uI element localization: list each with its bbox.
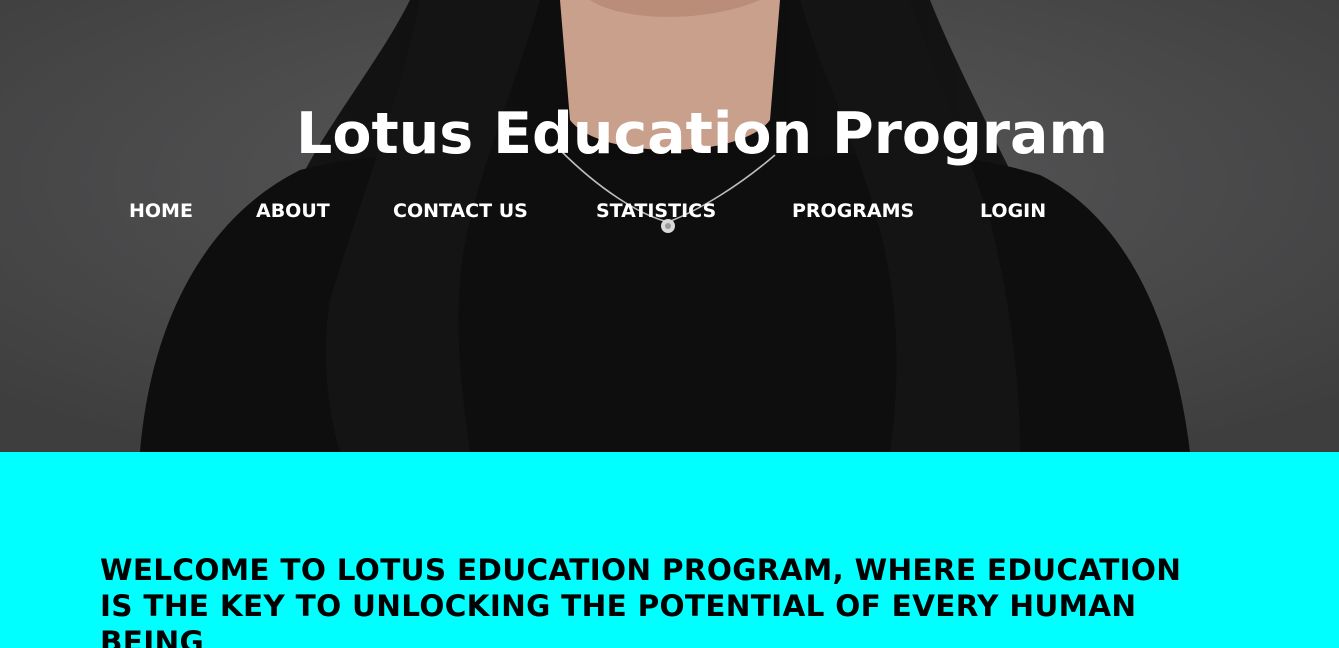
main-nav: HOME ABOUT CONTACT US STATISTICS PROGRAM… xyxy=(0,196,1339,226)
nav-about-link[interactable]: ABOUT xyxy=(256,196,330,226)
welcome-section: WELCOME TO LOTUS EDUCATION PROGRAM, WHER… xyxy=(0,452,1339,648)
nav-contact-us-link[interactable]: CONTACT US xyxy=(393,196,528,226)
nav-statistics-link[interactable]: STATISTICS xyxy=(596,196,716,226)
nav-programs-link[interactable]: PROGRAMS xyxy=(792,196,914,226)
welcome-heading: WELCOME TO LOTUS EDUCATION PROGRAM, WHER… xyxy=(100,553,1182,648)
hero-banner: Lotus Education Program HOME ABOUT CONTA… xyxy=(0,0,1339,452)
nav-login-link[interactable]: LOGIN xyxy=(980,196,1046,226)
site-title: Lotus Education Program xyxy=(296,101,1108,167)
nav-home-link[interactable]: HOME xyxy=(129,196,193,226)
hero-portrait-image xyxy=(0,0,1339,452)
